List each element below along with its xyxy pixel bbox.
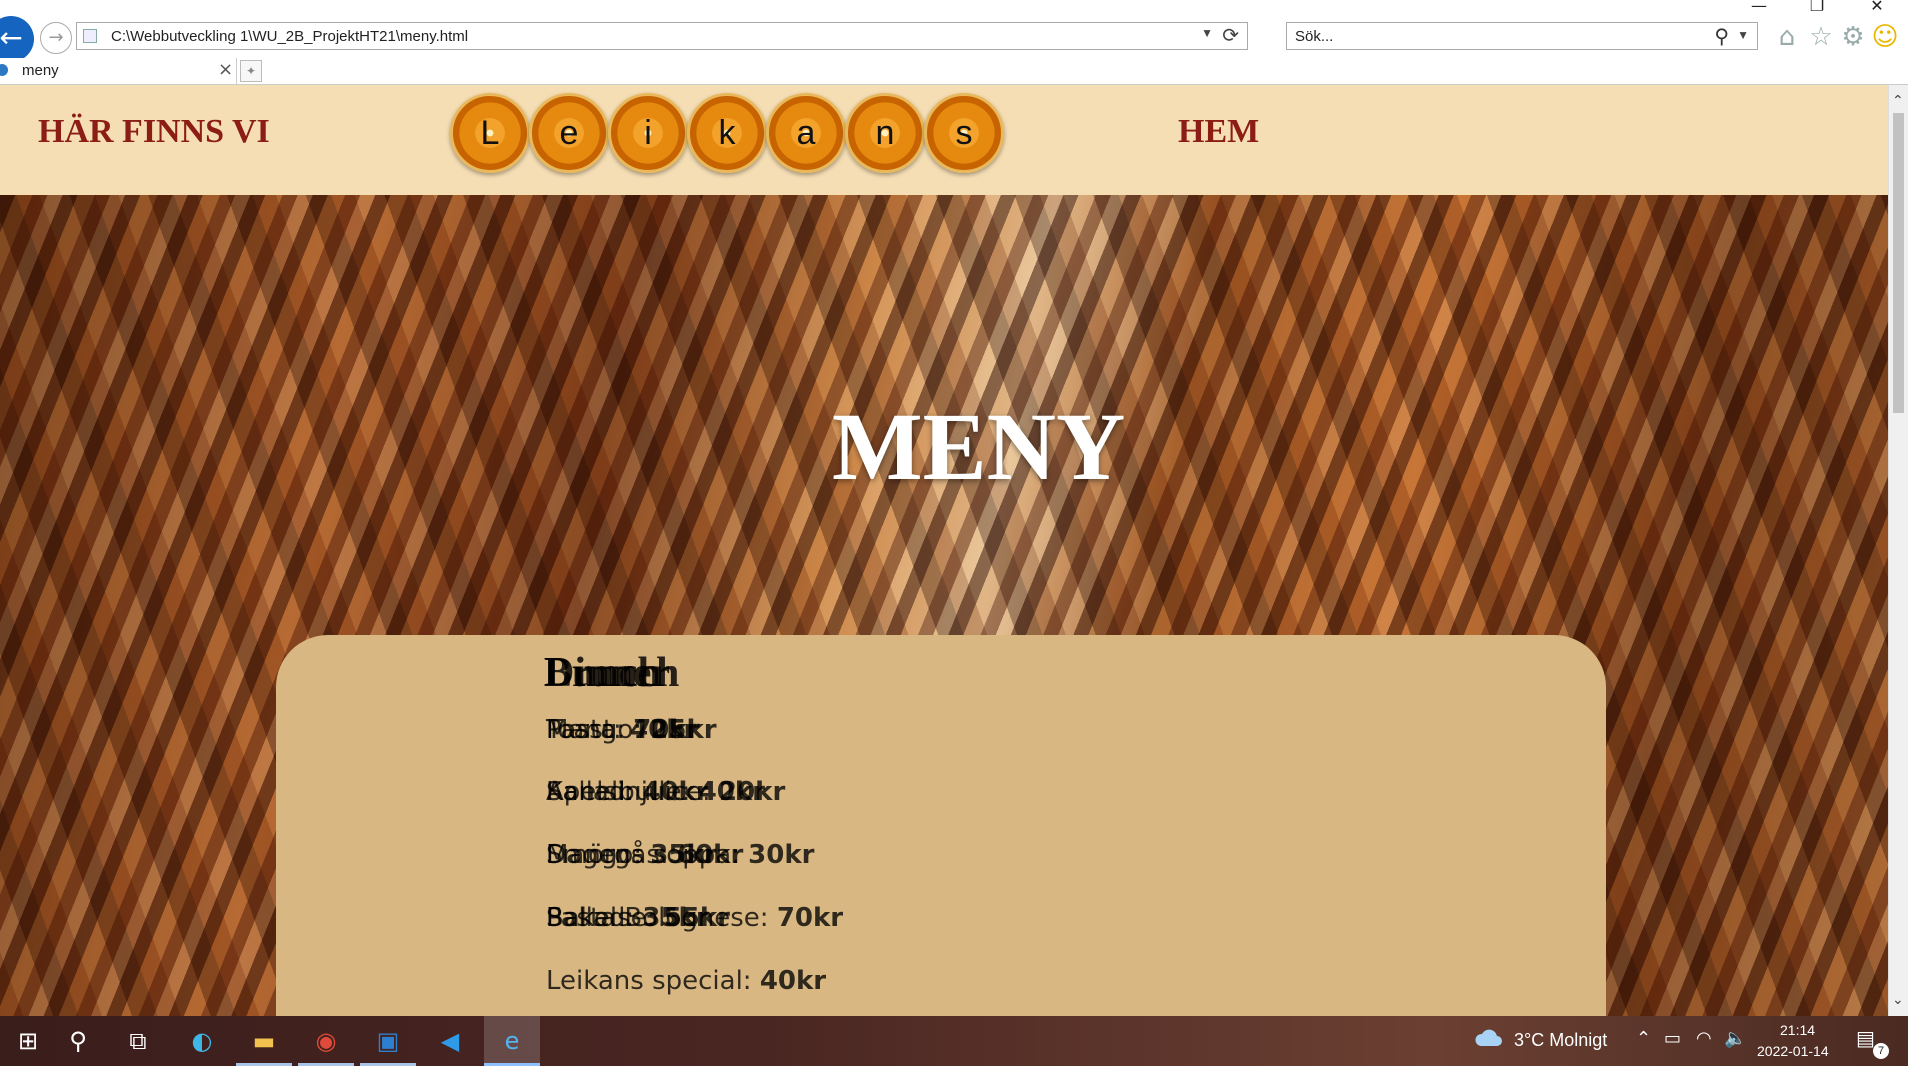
menu-card: Brunch Lunch Dinner Toast: 40kr Mango: 25kr… [276,635,1606,1016]
page-icon [83,29,97,43]
address-bar[interactable]: C:\Webbutveckling 1\WU_2B_ProjektHT21\me… [76,22,1248,50]
nav-link-hem[interactable]: HEM [1178,113,1259,151]
menu-heading: Dinner [544,650,670,696]
logo-orange-letter: s [924,93,1004,173]
menu-item-price: 70kr [776,903,844,933]
chrome-icon[interactable]: ◉ [298,1016,354,1066]
search-bar[interactable]: Sök... ⚲ ▼ [1286,22,1758,50]
page-viewport: HÄR FINNS VI Leikans HEM MENY Brunch Lunc… [0,85,1888,1016]
back-icon[interactable]: ← [0,16,34,62]
logo-orange-letter: e [529,93,609,173]
new-tab-button[interactable]: ✦ [240,60,262,82]
scroll-down-icon[interactable]: ⌄ [1892,992,1904,1008]
minimize-button[interactable]: — [1734,0,1784,16]
logo-orange-letter: k [687,93,767,173]
favorites-star-icon[interactable]: ☆ [1806,22,1836,52]
tab-close-icon[interactable]: × [218,59,233,80]
menu-item-label: Pasta: [546,715,634,745]
menu-item-price: 60kr [676,840,744,870]
menu-item-price: 30kr [748,840,815,870]
ie-page-icon [0,64,8,76]
logo-orange-letter: n [845,93,925,173]
vscode-icon[interactable]: ◀ [422,1016,478,1066]
menu-item: Pasta: 70kr [546,715,699,745]
notifications-icon[interactable]: ▤ [1856,1026,1875,1050]
menu-item-label: Sallad: [546,777,643,807]
settings-gear-icon[interactable]: ⚙ [1838,22,1868,52]
weather-text[interactable]: 3°C Molnigt [1514,1030,1607,1051]
search-dropdown-icon[interactable]: ▼ [1737,28,1749,42]
hero-wood-background: MENY Brunch Lunch Dinner Toast: 40kr Mango:… [0,195,1888,1016]
tab-meny[interactable]: meny × [0,58,237,85]
menu-item-label: Leikans special: [546,966,760,996]
search-icon[interactable]: ⚲ [50,1016,106,1066]
forward-icon[interactable]: → [40,22,72,54]
windows-taskbar: ⊞ ⚲ ⧉ ◐ ▬ ◉ ▣ ◀ e 3°C Molnigt ⌃ ▭ ◠ 🔈 21… [0,1016,1908,1066]
clock-time[interactable]: 21:14 [1780,1022,1815,1038]
scroll-thumb[interactable] [1893,113,1904,413]
internet-explorer-icon[interactable]: e [484,1016,540,1066]
menu-item-price: 40kr [759,966,827,996]
windows-start-icon[interactable]: ⊞ [0,1016,56,1066]
address-dropdown-icon[interactable]: ▼ [1201,26,1213,40]
logo-orange-letter: a [766,93,846,173]
menu-item-price: 40kr [642,777,709,807]
smiley-feedback-icon[interactable]: ☺ [1870,22,1900,52]
photos-icon[interactable]: ▣ [360,1016,416,1066]
menu-item-price: 55kr [663,903,730,933]
vertical-scrollbar[interactable]: ⌃ ⌄ [1888,85,1908,1016]
chevron-up-icon[interactable]: ⌃ [1636,1028,1651,1049]
tab-title: meny [22,62,59,79]
menu-item: Leikans special: 40kr [546,966,826,996]
logo-orange-letter: i [608,93,688,173]
address-text[interactable]: C:\Webbutveckling 1\WU_2B_ProjektHT21\me… [111,28,468,45]
browser-chrome: — ❐ ✕ ← → C:\Webbutveckling 1\WU_2B_Proj… [0,0,1908,85]
site-header: HÄR FINNS VI Leikans HEM [0,85,1888,195]
close-window-button[interactable]: ✕ [1852,0,1902,16]
task-view-icon[interactable]: ⧉ [110,1016,166,1066]
menu-item: Bakelse: 55kr [546,903,730,933]
file-explorer-icon[interactable]: ▬ [236,1016,292,1066]
clock-date[interactable]: 2022-01-14 [1757,1043,1829,1059]
restore-button[interactable]: ❐ [1792,0,1842,16]
menu-item-price: 70kr [633,715,700,745]
menu-item-label: Bakelse: [546,903,664,933]
nav-link-har-finns-vi[interactable]: HÄR FINNS VI [38,113,270,151]
refresh-icon[interactable]: ⟳ [1222,23,1239,47]
page-title: MENY [832,393,1126,500]
menu-item: Smörgås: 60kr [546,840,743,870]
cloud-weather-icon[interactable] [1474,1026,1504,1048]
menu-item-label: Smörgås: [546,840,677,870]
home-icon[interactable]: ⌂ [1772,22,1802,52]
battery-icon[interactable]: ▭ [1664,1028,1681,1049]
edge-icon[interactable]: ◐ [174,1016,230,1066]
search-input[interactable]: Sök... [1295,28,1333,45]
scroll-up-icon[interactable]: ⌃ [1892,93,1904,109]
search-icon[interactable]: ⚲ [1714,24,1729,48]
wifi-icon[interactable]: ◠ [1696,1028,1712,1049]
volume-muted-icon[interactable]: 🔈 [1724,1028,1746,1049]
notification-count-badge[interactable]: 7 [1873,1043,1889,1059]
logo-orange-letter: L [450,93,530,173]
menu-item: Sallad: 40kr [546,777,709,807]
